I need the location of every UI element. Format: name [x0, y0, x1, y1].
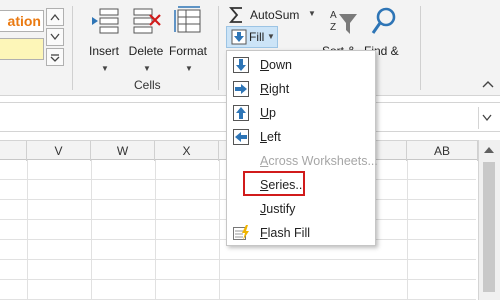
fill-down-icon [231, 29, 247, 45]
styles-scroll-down-button[interactable] [46, 28, 64, 46]
scrollbar-thumb[interactable] [483, 162, 495, 292]
fill-down-icon [233, 57, 249, 73]
menu-item-label: Right [260, 82, 290, 96]
flash-fill-icon [233, 225, 249, 240]
svg-text:A: A [330, 10, 337, 21]
styles-more-button[interactable] [46, 48, 64, 66]
dropdown-arrow-icon: ▼ [101, 64, 109, 73]
menu-item-flash-fill[interactable]: Flash Fill [227, 221, 375, 245]
menu-item-label: Down [260, 58, 292, 72]
dropdown-arrow-icon: ▼ [308, 9, 316, 18]
find-search-icon[interactable] [370, 6, 398, 38]
more-icon [50, 54, 60, 62]
chevron-up-icon [50, 13, 60, 21]
menu-item-across-worksheets: Across Worksheets... [227, 149, 378, 173]
column-header-v[interactable]: V [27, 141, 91, 161]
ribbon-separator [218, 6, 219, 90]
fill-up-icon [233, 105, 249, 121]
menu-item-justify[interactable]: Justify [227, 197, 375, 221]
chevron-down-icon [482, 114, 492, 122]
collapse-ribbon-icon[interactable] [482, 80, 494, 88]
formula-bar-expand[interactable] [478, 107, 494, 129]
delete-button[interactable]: Delete ▼ [124, 4, 168, 74]
autosum-label: AutoSum [250, 8, 300, 22]
format-cells-icon [174, 6, 201, 33]
column-header-x[interactable]: X [155, 141, 219, 161]
dropdown-arrow-icon: ▼ [185, 64, 193, 73]
dropdown-arrow-icon: ▼ [267, 32, 275, 41]
menu-item-label: Flash Fill [260, 226, 311, 240]
fill-label: Fill [249, 30, 265, 44]
styles-scroll-up-button[interactable] [46, 8, 64, 26]
menu-item-label: Across Worksheets... [260, 154, 378, 168]
autosum-button[interactable]: AutoSum ▼ [228, 6, 318, 26]
fill-right-icon [233, 81, 249, 97]
svg-text:Z: Z [330, 22, 336, 33]
insert-label: Insert [88, 44, 119, 58]
menu-item-label: Justify [260, 202, 296, 216]
sort-filter-icon[interactable]: A Z [330, 8, 358, 38]
column-header[interactable] [0, 141, 27, 161]
fill-button[interactable]: Fill ▼ [226, 26, 278, 48]
format-label: Format [168, 44, 207, 58]
series-highlight-box [243, 171, 305, 196]
sigma-icon [229, 7, 242, 23]
cell-style-calculation[interactable]: ation [0, 10, 44, 32]
menu-item-right[interactable]: Right [227, 77, 375, 101]
insert-cells-icon [92, 8, 119, 34]
grid-line [155, 160, 156, 300]
grid-line [27, 160, 28, 300]
cell-style-note[interactable] [0, 38, 44, 60]
fill-left-icon [233, 129, 249, 145]
menu-item-up[interactable]: Up [227, 101, 375, 125]
chevron-down-icon [50, 33, 60, 41]
scroll-up-arrow-icon[interactable] [483, 144, 495, 156]
vertical-scrollbar[interactable] [478, 140, 500, 300]
menu-item-label: Up [260, 106, 276, 120]
delete-cells-icon [133, 8, 161, 34]
menu-item-down[interactable]: Down [227, 53, 375, 77]
menu-item-left[interactable]: Left [227, 125, 375, 149]
column-header-w[interactable]: W [91, 141, 155, 161]
grid-line [407, 160, 408, 300]
delete-label: Delete [128, 44, 164, 58]
cell-style-label: ation [7, 13, 41, 29]
ribbon-separator [420, 6, 421, 90]
insert-button[interactable]: Insert ▼ [82, 4, 126, 74]
fill-dropdown-menu: Down Right Up Left Across Worksheets... … [226, 50, 378, 246]
grid-line [219, 160, 220, 300]
menu-item-label: Left [260, 130, 281, 144]
dropdown-arrow-icon: ▼ [143, 64, 151, 73]
ribbon-separator [72, 6, 73, 90]
grid-line [91, 160, 92, 300]
format-button[interactable]: Format ▼ [166, 4, 210, 74]
cells-group-label: Cells [134, 78, 161, 92]
column-header-ab[interactable]: AB [407, 141, 478, 161]
